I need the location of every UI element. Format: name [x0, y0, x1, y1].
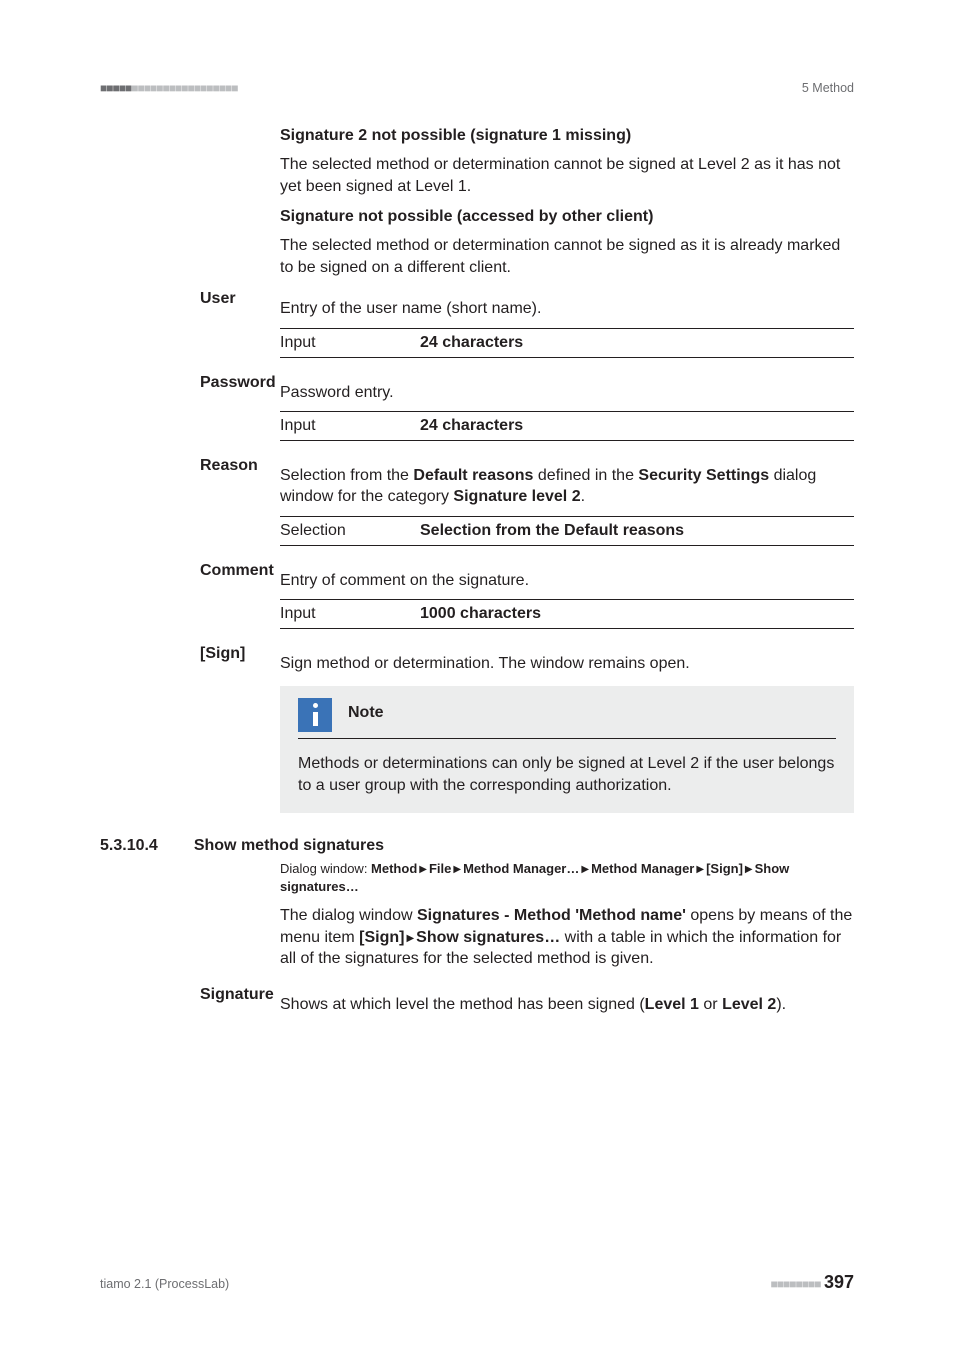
signature-desc-pre: Shows at which level the method has been…: [280, 996, 645, 1013]
reason-desc: Selection from the Default reasons defin…: [280, 465, 854, 508]
comment-label: Comment: [200, 560, 274, 582]
user-input-value: 24 characters: [420, 329, 854, 358]
comment-input-table: Input 1000 characters: [280, 599, 854, 629]
section-title: Show method signatures: [194, 835, 384, 857]
reason-sel-label: Selection: [280, 517, 420, 546]
reason-desc-b1: Default reasons: [413, 467, 533, 484]
crumb-b5: [Sign]: [706, 861, 743, 876]
password-input-table: Input 24 characters: [280, 411, 854, 441]
footer-dots: ■■■■■■■■: [770, 1277, 820, 1291]
comment-input-label: Input: [280, 600, 420, 629]
triangle-icon: ▶: [694, 864, 706, 875]
sec-p-pre: The dialog window: [280, 907, 417, 924]
user-desc: Entry of the user name (short name).: [280, 298, 854, 320]
sign-desc: Sign method or determination. The window…: [280, 653, 854, 675]
user-input-table: Input 24 characters: [280, 328, 854, 358]
reason-label: Reason: [200, 455, 258, 477]
triangle-icon: ▶: [451, 864, 463, 875]
signature-desc: Shows at which level the method has been…: [280, 994, 854, 1016]
crumb-b3: Method Manager…: [463, 861, 579, 876]
page-number: 397: [824, 1272, 854, 1292]
crumb-pre: Dialog window:: [280, 861, 371, 876]
triangle-icon: ▶: [743, 864, 755, 875]
section-paragraph: The dialog window Signatures - Method 'M…: [280, 905, 854, 970]
user-label: User: [200, 288, 236, 310]
sec-p-b1: Signatures - Method 'Method name': [417, 907, 686, 924]
note-box: Note Methods or determinations can only …: [280, 686, 854, 812]
sig2-missing-body: The selected method or determination can…: [280, 154, 854, 197]
page-header: ■■■■■■■■■■■■■■■■■■■■■■ 5 Method: [100, 80, 854, 97]
reason-desc-mid: defined in the: [533, 467, 638, 484]
comment-desc: Entry of comment on the signature.: [280, 570, 854, 592]
footer-product: tiamo 2.1 (ProcessLab): [100, 1276, 229, 1293]
crumb-b4: Method Manager: [591, 861, 694, 876]
signature-desc-b1: Level 1: [645, 996, 699, 1013]
section-crumb: Dialog window: Method▶File▶Method Manage…: [280, 860, 854, 895]
crumb-b1: Method: [371, 861, 417, 876]
sig-other-client-body: The selected method or determination can…: [280, 235, 854, 278]
signature-desc-mid: or: [699, 996, 722, 1013]
note-title: Note: [348, 698, 384, 724]
section-number: 5.3.10.4: [100, 835, 158, 857]
triangle-icon: ▶: [417, 864, 429, 875]
page-footer: tiamo 2.1 (ProcessLab) ■■■■■■■■ 397: [100, 1270, 854, 1294]
sig-other-client-title: Signature not possible (accessed by othe…: [280, 206, 854, 228]
user-input-label: Input: [280, 329, 420, 358]
triangle-icon: ▶: [579, 864, 591, 875]
reason-desc-b3: Signature level 2: [453, 488, 580, 505]
crumb-b2: File: [429, 861, 451, 876]
triangle-icon: ▶: [404, 933, 416, 944]
reason-desc-b2: Security Settings: [638, 467, 769, 484]
note-body: Methods or determinations can only be si…: [298, 753, 836, 796]
password-desc: Password entry.: [280, 382, 854, 404]
password-label: Password: [200, 372, 276, 394]
sig2-missing-title: Signature 2 not possible (signature 1 mi…: [280, 125, 854, 147]
reason-selection-table: Selection Selection from the Default rea…: [280, 516, 854, 546]
sec-p-b3: Show signatures…: [416, 929, 560, 946]
signature-desc-b2: Level 2: [722, 996, 776, 1013]
password-input-label: Input: [280, 412, 420, 441]
reason-desc-pre: Selection from the: [280, 467, 413, 484]
sec-p-b2: [Sign]: [359, 929, 404, 946]
info-icon: [298, 698, 332, 732]
password-input-value: 24 characters: [420, 412, 854, 441]
header-dots-left: ■■■■■■■■■■■■■■■■■■■■■■: [100, 80, 237, 96]
signature-label: Signature: [200, 984, 274, 1006]
sign-label: [Sign]: [200, 643, 245, 665]
footer-right: ■■■■■■■■ 397: [770, 1270, 854, 1294]
reason-desc-post: .: [581, 488, 585, 505]
header-chapter: 5 Method: [802, 80, 854, 97]
reason-sel-value: Selection from the Default reasons: [420, 517, 854, 546]
comment-input-value: 1000 characters: [420, 600, 854, 629]
signature-desc-post: ).: [776, 996, 786, 1013]
